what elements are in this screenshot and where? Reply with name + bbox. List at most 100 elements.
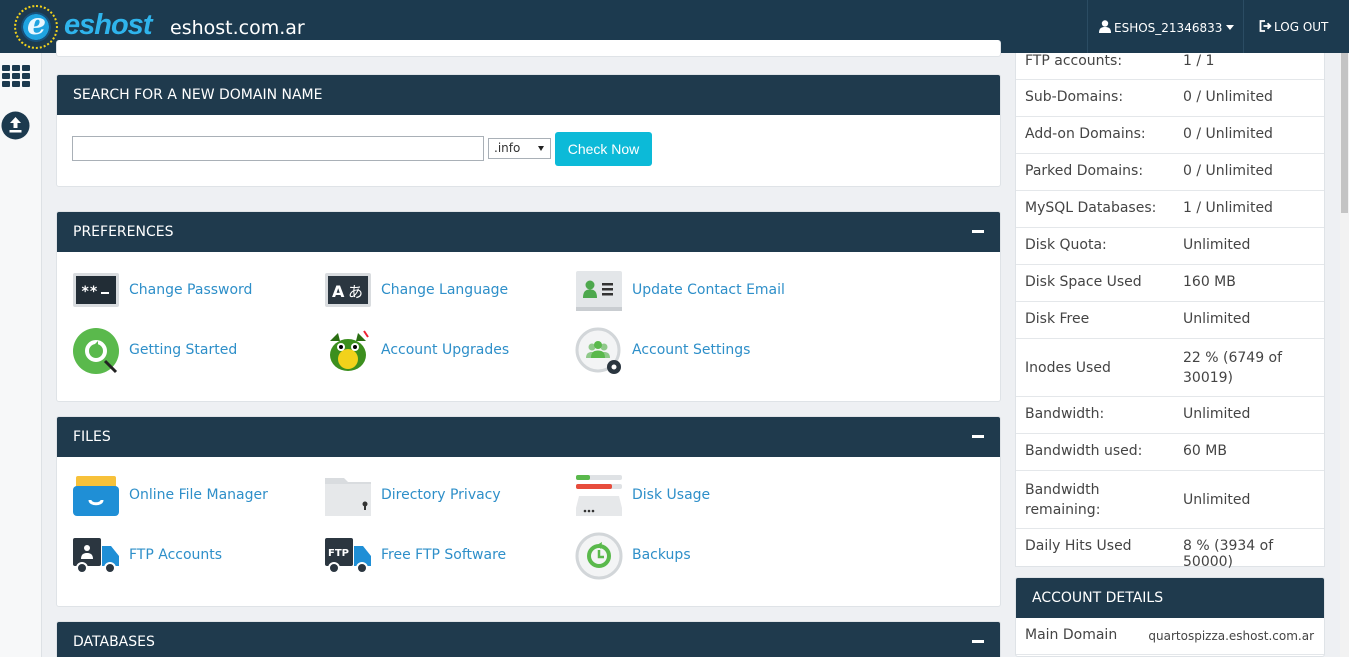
- ftp-software-truck-icon: FTP: [325, 538, 371, 574]
- stat-row: Daily Hits Used 8 % (3934 of 50000): [1016, 529, 1324, 570]
- stat-row: MySQL Databases: 1 / Unlimited: [1016, 191, 1324, 228]
- contact-card-icon: [576, 271, 622, 311]
- stat-row: FTP accounts: 1 / 1: [1016, 53, 1324, 80]
- logo-letter: e: [27, 7, 47, 42]
- logout-button[interactable]: LOG OUT: [1259, 20, 1328, 34]
- stat-row: Bandwidth: Unlimited: [1016, 397, 1324, 434]
- update-contact-email-link[interactable]: Update Contact Email: [575, 267, 815, 315]
- stat-label: Bandwidth remaining:: [1025, 482, 1101, 518]
- stat-row: Disk Space Used 160 MB: [1016, 265, 1324, 302]
- stat-label: Disk Free: [1025, 311, 1090, 327]
- directory-privacy-label: Directory Privacy: [381, 487, 501, 503]
- chevron-down-icon: [1226, 25, 1234, 30]
- directory-privacy-link[interactable]: Directory Privacy: [324, 472, 564, 520]
- folder-lock-icon: [325, 478, 371, 516]
- stat-label: Add-on Domains:: [1025, 126, 1146, 142]
- user-menu-button[interactable]: ESHOS_21346833: [1087, 0, 1244, 53]
- preferences-panel: PREFERENCES ** Change Password A あ Chang…: [56, 211, 1001, 402]
- stat-value: 0 / Unlimited: [1183, 163, 1273, 179]
- preferences-header: PREFERENCES: [57, 212, 1000, 252]
- backups-link[interactable]: Backups: [575, 532, 815, 580]
- ftp-accounts-truck-icon: [73, 538, 119, 574]
- collapse-icon[interactable]: [972, 435, 984, 438]
- backups-label: Backups: [632, 547, 691, 563]
- upload-icon[interactable]: [1, 111, 30, 140]
- account-upgrades-label: Account Upgrades: [381, 342, 510, 358]
- files-panel: FILES Online File Manager Directory Priv…: [56, 416, 1001, 607]
- account-settings-label: Account Settings: [632, 342, 751, 358]
- stat-label: MySQL Databases:: [1025, 200, 1157, 216]
- stat-label: Bandwidth:: [1025, 406, 1105, 422]
- stat-row: Add-on Domains: 0 / Unlimited: [1016, 117, 1324, 154]
- logo-wordmark[interactable]: eshost: [64, 9, 152, 42]
- user-icon: [1099, 20, 1111, 33]
- account-settings-link[interactable]: Account Settings: [575, 327, 815, 375]
- disk-usage-link[interactable]: Disk Usage: [575, 472, 815, 520]
- databases-panel: DATABASES: [56, 621, 1001, 657]
- free-ftp-software-label: Free FTP Software: [381, 547, 507, 563]
- check-now-button[interactable]: Check Now: [555, 132, 652, 166]
- site-name: eshost.com.ar: [170, 17, 305, 39]
- ftp-accounts-link[interactable]: FTP Accounts: [72, 532, 312, 580]
- main-domain-value: quartospizza.eshost.com.ar: [1148, 629, 1314, 643]
- stat-row: Inodes Used 22 % (6749 of 30019): [1016, 339, 1324, 397]
- change-language-link[interactable]: A あ Change Language: [324, 267, 564, 315]
- change-password-label: Change Password: [129, 282, 253, 298]
- stat-value: 0 / Unlimited: [1183, 89, 1273, 105]
- main-domain-row: Main Domain quartospizza.eshost.com.ar: [1016, 618, 1324, 655]
- svg-text:FTP: FTP: [328, 548, 349, 559]
- logout-icon: [1259, 20, 1272, 32]
- stat-label: FTP accounts:: [1025, 53, 1123, 69]
- chevron-down-icon: [538, 146, 544, 151]
- databases-header: DATABASES: [57, 622, 1000, 657]
- stat-value: 60 MB: [1183, 443, 1227, 459]
- stat-label: Disk Space Used: [1025, 274, 1142, 290]
- change-password-link[interactable]: ** Change Password: [72, 267, 312, 315]
- stat-label: Bandwidth used:: [1025, 443, 1143, 459]
- stat-value: 22 % (6749 of 30019): [1183, 350, 1283, 386]
- files-title: FILES: [73, 429, 111, 445]
- stat-row: Bandwidth remaining: Unlimited: [1016, 471, 1324, 529]
- getting-started-label: Getting Started: [129, 342, 238, 358]
- tld-select[interactable]: .info: [488, 138, 551, 159]
- dragon-icon: [330, 330, 369, 371]
- collapse-icon[interactable]: [972, 230, 984, 233]
- free-ftp-software-link[interactable]: FTP Free FTP Software: [324, 532, 564, 580]
- stat-value: Unlimited: [1183, 406, 1251, 422]
- stat-row: Parked Domains: 0 / Unlimited: [1016, 154, 1324, 191]
- svg-text:A: A: [332, 282, 345, 301]
- scrollbar-thumb[interactable]: [1341, 53, 1348, 213]
- stat-value: Unlimited: [1183, 311, 1251, 327]
- online-file-manager-label: Online File Manager: [129, 487, 268, 503]
- domain-search-panel: SEARCH FOR A NEW DOMAIN NAME .info Check…: [56, 74, 1001, 187]
- ftp-accounts-label: FTP Accounts: [129, 547, 223, 563]
- stat-label: Inodes Used: [1025, 360, 1111, 376]
- account-settings-icon: [575, 327, 621, 374]
- username-label: ESHOS_21346833: [1114, 21, 1223, 35]
- disk-usage-icon: [576, 475, 622, 516]
- stat-label: Parked Domains:: [1025, 163, 1144, 179]
- stat-row: Disk Free Unlimited: [1016, 302, 1324, 339]
- getting-started-link[interactable]: Getting Started: [72, 327, 312, 375]
- stat-label: Sub-Domains:: [1025, 89, 1124, 105]
- account-upgrades-link[interactable]: Account Upgrades: [324, 327, 564, 375]
- svg-text:**: **: [81, 284, 98, 300]
- online-file-manager-link[interactable]: Online File Manager: [72, 472, 312, 520]
- update-contact-email-label: Update Contact Email: [632, 282, 785, 298]
- stat-value: Unlimited: [1183, 492, 1251, 508]
- disk-usage-label: Disk Usage: [632, 487, 711, 503]
- page-scrollbar[interactable]: [1340, 53, 1349, 657]
- logout-label: LOG OUT: [1274, 20, 1329, 34]
- apps-grid-icon[interactable]: [2, 65, 30, 87]
- domain-search-input[interactable]: [72, 136, 484, 161]
- stat-row: Bandwidth used: 60 MB: [1016, 434, 1324, 471]
- stat-value: 0 / Unlimited: [1183, 126, 1273, 142]
- collapse-icon[interactable]: [972, 640, 984, 643]
- getting-started-icon: [73, 328, 119, 374]
- previous-panel-edge: [56, 40, 1001, 57]
- preferences-title: PREFERENCES: [73, 224, 174, 240]
- domain-search-title: SEARCH FOR A NEW DOMAIN NAME: [57, 75, 1000, 115]
- stat-row: Disk Quota: Unlimited: [1016, 228, 1324, 265]
- password-icon: **: [73, 273, 119, 307]
- stat-value: Unlimited: [1183, 237, 1251, 253]
